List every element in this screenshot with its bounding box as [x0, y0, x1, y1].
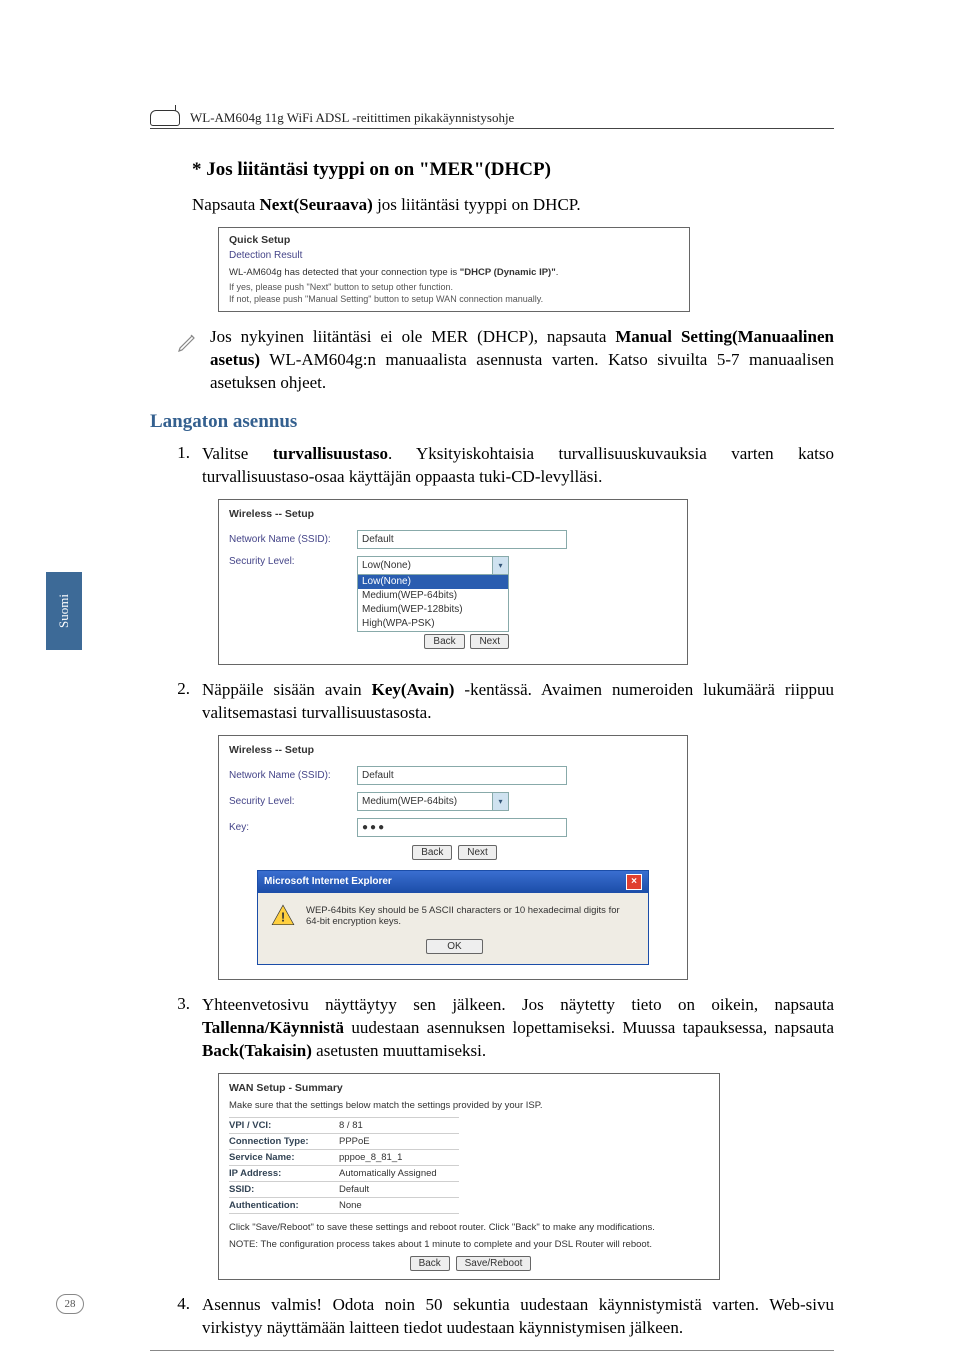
s2-pre: Näppäile sisään avain: [202, 680, 372, 699]
language-tab: Suomi: [46, 572, 82, 650]
note-post: WL-AM604g:n manuaalista asennusta varten…: [210, 350, 834, 392]
wp2-back-button[interactable]: Back: [412, 845, 452, 860]
sum-v0: 8 / 81: [339, 1120, 363, 1131]
wp1-sec-label: Security Level:: [229, 556, 357, 567]
note-row: Jos nykyinen liitäntäsi ei ole MER (DHCP…: [176, 326, 834, 395]
step3-text: Yhteenvetosivu näyttäytyy sen jälkeen. J…: [202, 994, 834, 1063]
sum-note2: NOTE: The configuration process takes ab…: [229, 1239, 709, 1250]
pencil-icon: [176, 330, 200, 359]
step-num-4: 4.: [150, 1294, 202, 1340]
mer-sub-bold: Next(Seuraava): [260, 195, 373, 214]
step-num-2: 2.: [150, 679, 202, 725]
sum-v2: pppoe_8_81_1: [339, 1152, 402, 1163]
ie-dialog: Microsoft Internet Explorer × ! WEP-64bi…: [257, 870, 649, 965]
wireless-panel-1: Wireless -- Setup Network Name (SSID): D…: [218, 499, 688, 665]
mer-sub-pre: Napsauta: [192, 195, 260, 214]
header-text: WL-AM604g 11g WiFi ADSL -reitittimen pik…: [190, 110, 514, 126]
step4-text: Asennus valmis! Odota noin 50 sekuntia u…: [202, 1294, 834, 1340]
qs-line-pre: WL-AM604g has detected that your connect…: [229, 267, 460, 278]
dialog-message: WEP-64bits Key should be 5 ASCII charact…: [306, 905, 636, 927]
mer-heading: * Jos liitäntäsi tyyppi on on "MER"(DHCP…: [192, 159, 834, 181]
wp1-opt-0[interactable]: Low(None): [358, 575, 508, 589]
step2-text: Näppäile sisään avain Key(Avain) -kentäs…: [202, 679, 834, 725]
s2-bold: Key(Avain): [372, 680, 455, 699]
mer-sub-post: jos liitäntäsi tyyppi on DHCP.: [373, 195, 581, 214]
sum-l0: VPI / VCI:: [229, 1120, 339, 1131]
wp1-sec-options: Low(None) Medium(WEP-64bits) Medium(WEP-…: [358, 574, 508, 631]
wp1-sec-selected: Low(None): [362, 560, 411, 571]
sum-l2: Service Name:: [229, 1152, 339, 1163]
note-text: Jos nykyinen liitäntäsi ei ole MER (DHCP…: [210, 326, 834, 395]
dialog-ok-button[interactable]: OK: [426, 939, 482, 954]
page-number: 28: [56, 1294, 84, 1314]
sum-note1: Click "Save/Reboot" to save these settin…: [229, 1222, 709, 1233]
step-num-1: 1.: [150, 443, 202, 489]
quick-setup-panel: Quick Setup Detection Result WL-AM604g h…: [218, 227, 690, 312]
wp2-next-button[interactable]: Next: [458, 845, 497, 860]
wan-summary-panel: WAN Setup - Summary Make sure that the s…: [218, 1073, 720, 1280]
step1-text: Valitse turvallisuustaso. Yksityiskohtai…: [202, 443, 834, 489]
sum-l5: Authentication:: [229, 1200, 339, 1211]
sum-l1: Connection Type:: [229, 1136, 339, 1147]
sum-v1: PPPoE: [339, 1136, 370, 1147]
qs-note2: If not, please push "Manual Setting" but…: [229, 294, 679, 306]
wp2-sec-select[interactable]: Medium(WEP-64bits) ▾: [357, 792, 509, 811]
dialog-title: Microsoft Internet Explorer: [264, 876, 392, 887]
qs-subtitle: Detection Result: [229, 250, 679, 261]
wp1-opt-2[interactable]: Medium(WEP-128bits): [358, 603, 508, 617]
sum-v5: None: [339, 1200, 362, 1211]
router-icon: [150, 110, 180, 126]
wp2-key-label: Key:: [229, 822, 357, 833]
wp1-ssid-label: Network Name (SSID):: [229, 534, 357, 545]
wp1-title: Wireless -- Setup: [229, 508, 677, 520]
s3-bold1: Tallenna/Käynnistä: [202, 1018, 344, 1037]
wp2-key-input[interactable]: ●●●: [357, 818, 567, 837]
wp1-opt-3[interactable]: High(WPA-PSK): [358, 617, 508, 631]
sum-back-button[interactable]: Back: [410, 1256, 450, 1271]
sum-l4: SSID:: [229, 1184, 339, 1195]
wp2-sec-label: Security Level:: [229, 796, 357, 807]
wp2-title: Wireless -- Setup: [229, 744, 677, 756]
warning-icon: !: [270, 903, 296, 929]
s1-bold: turvallisuustaso: [273, 444, 388, 463]
wp1-opt-1[interactable]: Medium(WEP-64bits): [358, 589, 508, 603]
chevron-down-icon[interactable]: ▾: [492, 793, 508, 810]
wp2-ssid-label: Network Name (SSID):: [229, 770, 357, 781]
footer-rule: [150, 1350, 834, 1351]
qs-line-post: .: [556, 267, 559, 278]
mer-subtext: Napsauta Next(Seuraava) jos liitäntäsi t…: [192, 195, 834, 215]
close-icon[interactable]: ×: [626, 874, 642, 890]
wp1-sec-select[interactable]: Low(None)▾ Low(None) Medium(WEP-64bits) …: [357, 556, 509, 632]
step-num-3: 3.: [150, 994, 202, 1063]
sum-v4: Default: [339, 1184, 369, 1195]
sum-line: Make sure that the settings below match …: [229, 1100, 709, 1111]
chevron-down-icon[interactable]: ▾: [492, 557, 508, 574]
s3-mid: uudestaan asennuksen lopettamiseksi. Muu…: [344, 1018, 834, 1037]
sum-save-button[interactable]: Save/Reboot: [456, 1256, 532, 1271]
qs-line: WL-AM604g has detected that your connect…: [229, 267, 679, 278]
sum-title: WAN Setup - Summary: [229, 1082, 709, 1094]
s3-bold2: Back(Takaisin): [202, 1041, 312, 1060]
wp2-ssid-input[interactable]: Default: [357, 766, 567, 785]
sum-l3: IP Address:: [229, 1168, 339, 1179]
wireless-panel-2: Wireless -- Setup Network Name (SSID): D…: [218, 735, 688, 980]
wp1-back-button[interactable]: Back: [424, 634, 464, 649]
s3-post: asetusten muuttamiseksi.: [312, 1041, 486, 1060]
wp2-sec-value: Medium(WEP-64bits): [362, 796, 457, 807]
s1-pre: Valitse: [202, 444, 273, 463]
svg-text:!: !: [281, 909, 285, 924]
qs-line-bold: "DHCP (Dynamic IP)": [460, 267, 556, 278]
sum-v3: Automatically Assigned: [339, 1168, 437, 1179]
note-pre: Jos nykyinen liitäntäsi ei ole MER (DHCP…: [210, 327, 615, 346]
qs-note1: If yes, please push "Next" button to set…: [229, 282, 679, 294]
wp1-next-button[interactable]: Next: [470, 634, 509, 649]
wireless-heading: Langaton asennus: [150, 411, 834, 433]
qs-title: Quick Setup: [229, 234, 679, 246]
s3-pre: Yhteenvetosivu näyttäytyy sen jälkeen. J…: [202, 995, 834, 1014]
wp1-ssid-input[interactable]: Default: [357, 530, 567, 549]
page-header: WL-AM604g 11g WiFi ADSL -reitittimen pik…: [150, 110, 834, 129]
